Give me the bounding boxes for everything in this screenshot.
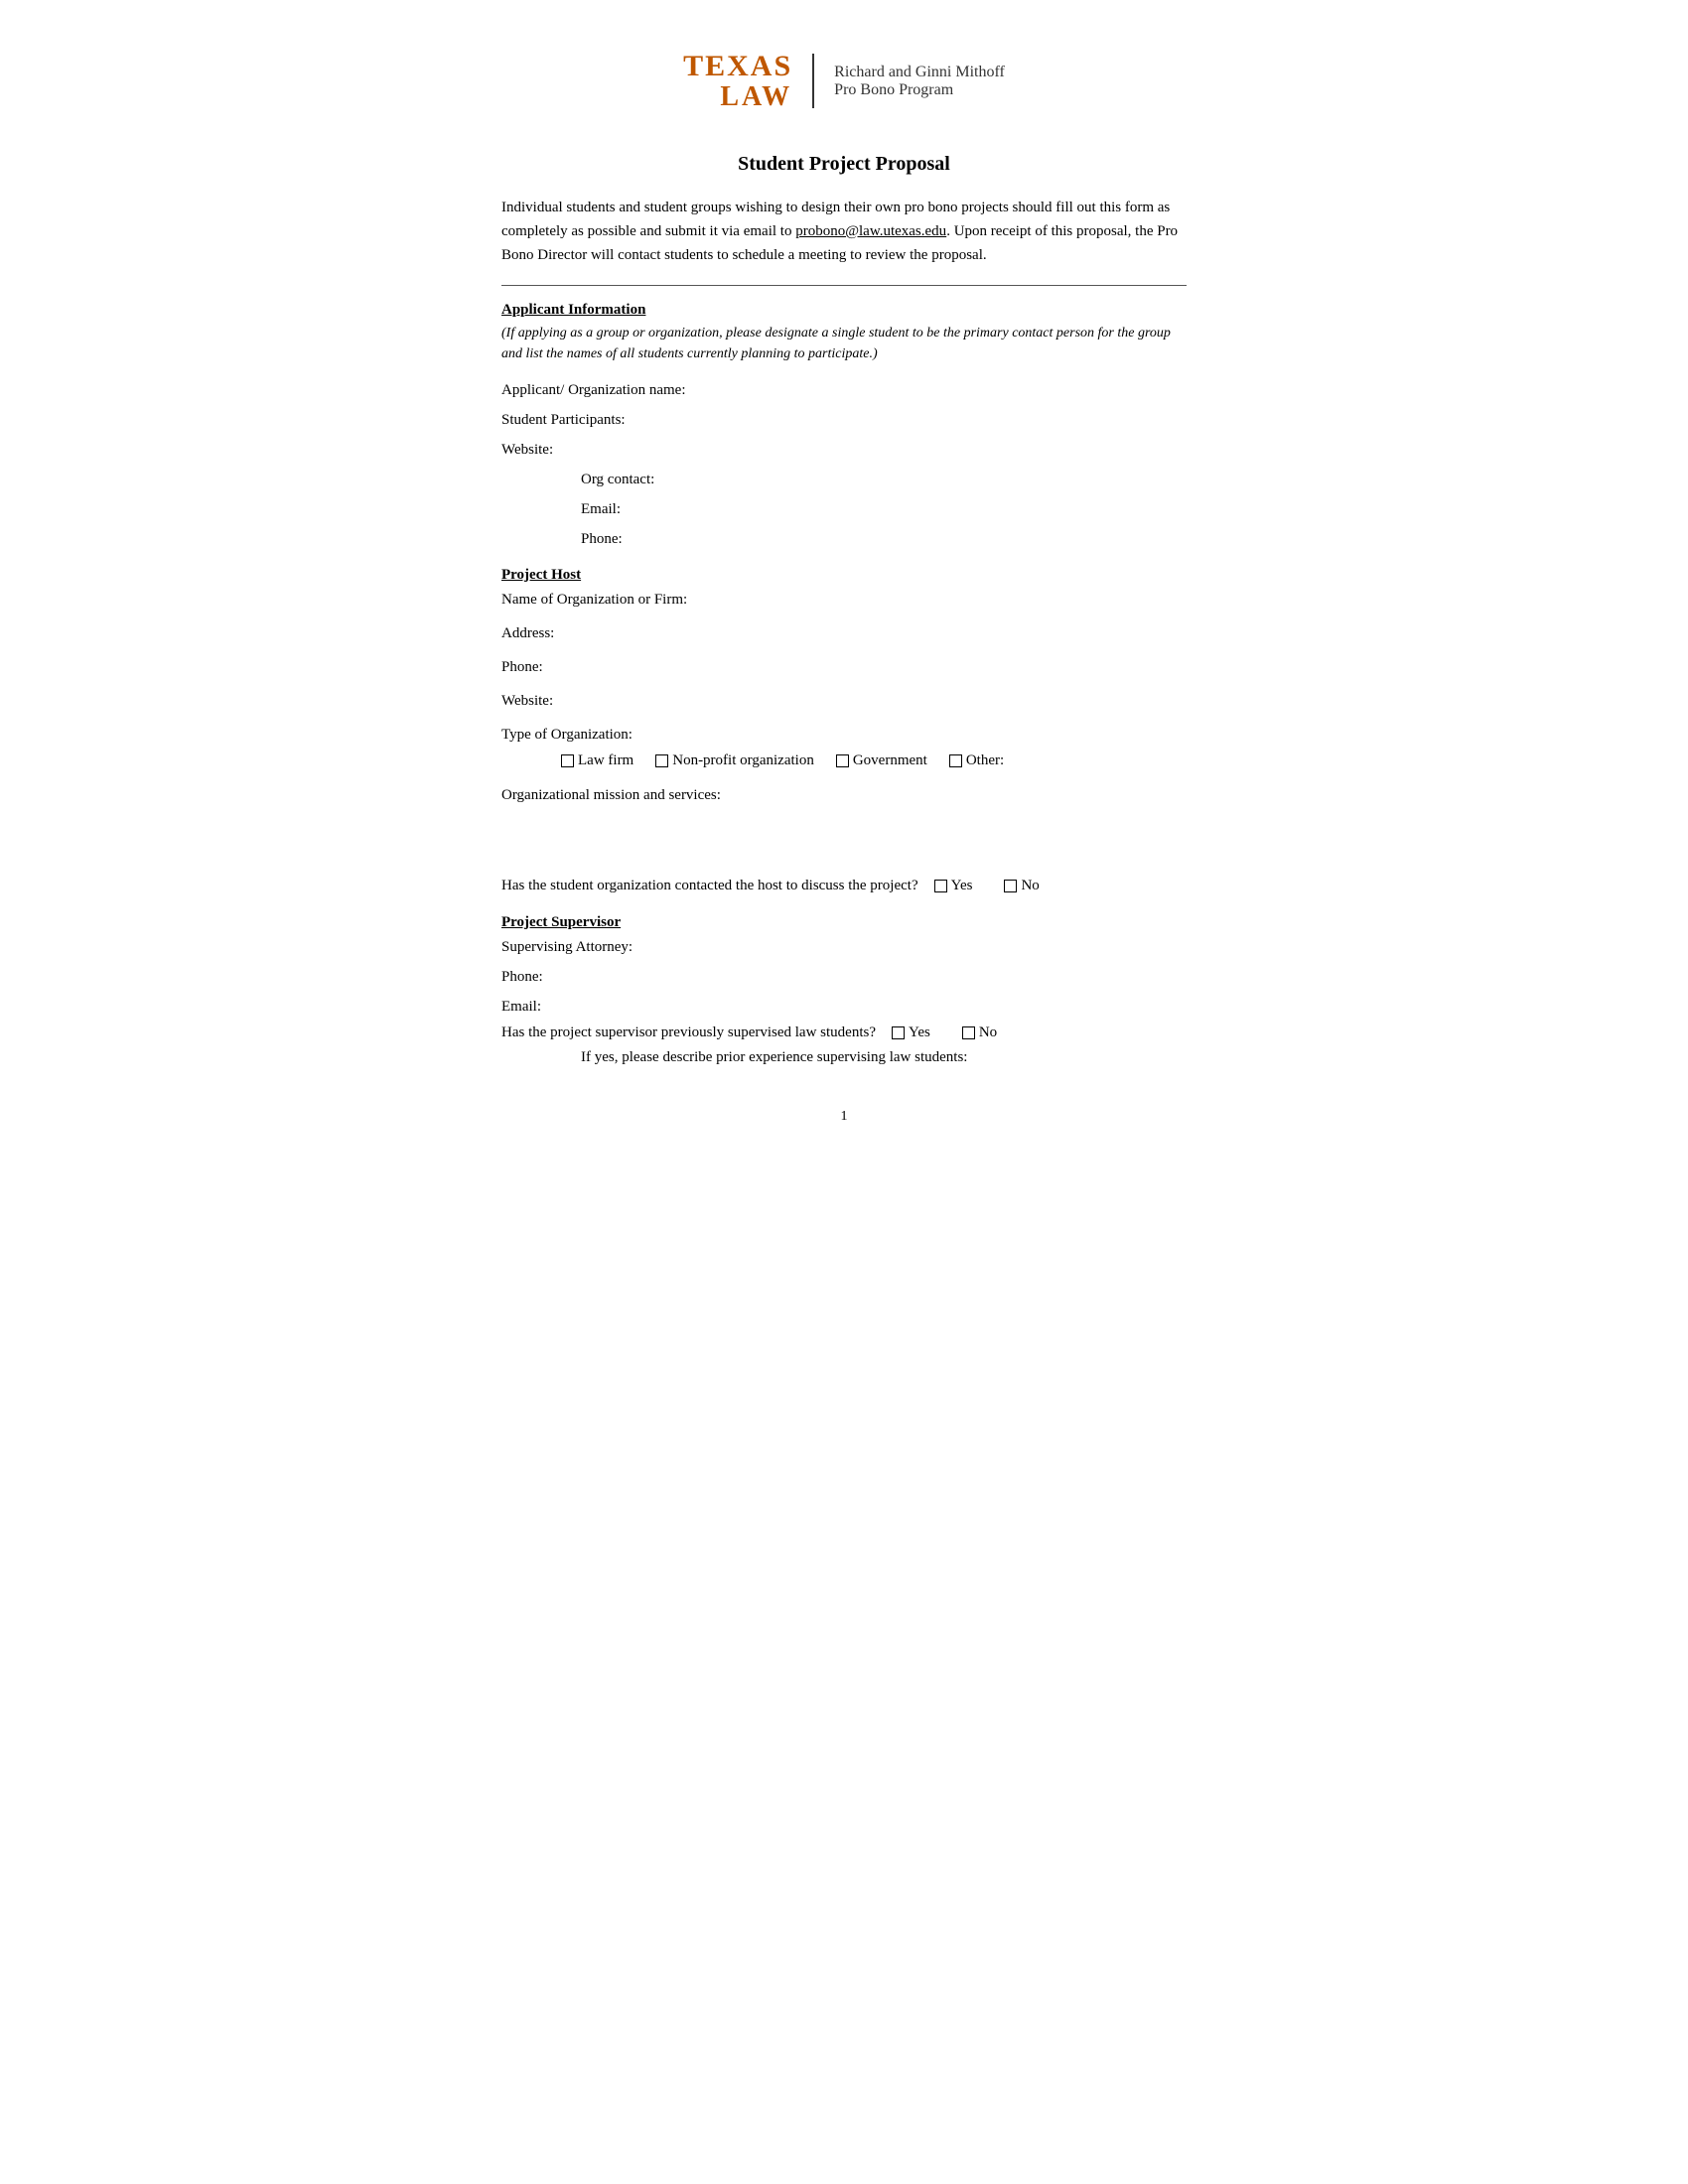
page-number: 1 [501,1109,1187,1125]
header-subtitle: Richard and Ginni Mithoff Pro Bono Progr… [834,64,1005,99]
address-field: Address: [501,621,1187,645]
checkbox-other[interactable]: Other: [949,752,1004,769]
supervising-attorney-label: Supervising Attorney: [501,939,633,955]
applicant-note: (If applying as a group or organization,… [501,323,1187,364]
checkbox-contacted-no-label: No [1021,878,1039,894]
checkbox-supervised-no-label: No [979,1024,997,1041]
contacted-host-label: Has the student organization contacted t… [501,878,918,894]
checkbox-supervised-no[interactable]: No [962,1024,997,1041]
email-link[interactable]: probono@law.utexas.edu [795,223,946,239]
contacted-host-row: Has the student organization contacted t… [501,878,1187,894]
org-firm-name-label: Name of Organization or Firm: [501,592,687,608]
student-participants-field: Student Participants: [501,408,1187,432]
supervisor-email-label: Email: [501,999,541,1015]
supervisor-phone-label: Phone: [501,969,543,985]
checkbox-law-firm-label: Law firm [578,752,633,769]
type-of-org-label: Type of Organization: [501,727,633,743]
project-host-section: Project Host Name of Organization or Fir… [501,567,1187,894]
checkbox-government[interactable]: Government [836,752,927,769]
checkbox-contacted-yes-box[interactable] [934,880,947,892]
if-yes-describe-field: If yes, please describe prior experience… [581,1045,1187,1069]
if-yes-describe-label: If yes, please describe prior experience… [581,1049,967,1065]
supervisor-phone-field: Phone: [501,965,1187,989]
mission-field: Organizational mission and services: [501,783,1187,807]
project-supervisor-heading: Project Supervisor [501,914,1187,931]
section-divider-1 [501,285,1187,286]
checkbox-contacted-no-box[interactable] [1004,880,1017,892]
law-word: LAW [720,82,792,113]
checkbox-law-firm-box[interactable] [561,754,574,767]
applicant-heading: Applicant Information [501,302,1187,319]
mission-label: Organizational mission and services: [501,787,721,803]
supervised-before-row: Has the project supervisor previously su… [501,1024,1187,1041]
host-phone-label: Phone: [501,659,543,675]
document-header: TEXAS LAW Richard and Ginni Mithoff Pro … [501,50,1187,113]
applicant-org-name-field: Applicant/ Organization name: [501,378,1187,402]
supervised-before-label: Has the project supervisor previously su… [501,1024,876,1041]
checkbox-government-label: Government [853,752,927,769]
host-phone-field: Phone: [501,655,1187,679]
checkbox-nonprofit[interactable]: Non-profit organization [655,752,814,769]
org-contact-field: Org contact: [581,468,1187,491]
intro-paragraph: Individual students and student groups w… [501,196,1187,267]
applicant-section: Applicant Information (If applying as a … [501,302,1187,551]
project-supervisor-section: Project Supervisor Supervising Attorney:… [501,914,1187,1069]
document-page: TEXAS LAW Richard and Ginni Mithoff Pro … [422,0,1266,1184]
checkbox-nonprofit-box[interactable] [655,754,668,767]
host-website-label: Website: [501,693,553,709]
checkbox-supervised-yes[interactable]: Yes [892,1024,930,1041]
header-line2: Pro Bono Program [834,81,1005,99]
type-of-org-field: Type of Organization: [501,723,1187,747]
header-line1: Richard and Ginni Mithoff [834,64,1005,81]
website-field: Website: [501,438,1187,462]
checkbox-other-box[interactable] [949,754,962,767]
texas-word: TEXAS [683,50,792,82]
checkbox-supervised-yes-label: Yes [909,1024,930,1041]
org-type-checkboxes: Law firm Non-profit organization Governm… [561,752,1187,769]
page-title: Student Project Proposal [501,153,1187,176]
checkbox-contacted-no[interactable]: No [1004,878,1039,894]
email-label: Email: [581,501,621,517]
texas-law-logo: TEXAS LAW [683,50,792,113]
checkbox-supervised-no-box[interactable] [962,1026,975,1039]
host-website-field: Website: [501,689,1187,713]
checkbox-government-box[interactable] [836,754,849,767]
address-label: Address: [501,625,554,641]
website-label: Website: [501,442,553,458]
org-firm-name-field: Name of Organization or Firm: [501,588,1187,612]
applicant-org-name-label: Applicant/ Organization name: [501,382,686,398]
mission-space [501,813,1187,868]
supervising-attorney-field: Supervising Attorney: [501,935,1187,959]
email-field: Email: [581,497,1187,521]
checkbox-supervised-yes-box[interactable] [892,1026,905,1039]
checkbox-law-firm[interactable]: Law firm [561,752,633,769]
supervisor-email-field: Email: [501,995,1187,1019]
org-contact-label: Org contact: [581,472,654,487]
checkbox-nonprofit-label: Non-profit organization [672,752,814,769]
checkbox-other-label: Other: [966,752,1004,769]
student-participants-label: Student Participants: [501,412,626,428]
header-divider [812,54,814,108]
phone-field: Phone: [581,527,1187,551]
phone-label: Phone: [581,531,623,547]
checkbox-contacted-yes[interactable]: Yes [934,878,973,894]
project-host-heading: Project Host [501,567,1187,584]
checkbox-contacted-yes-label: Yes [951,878,973,894]
